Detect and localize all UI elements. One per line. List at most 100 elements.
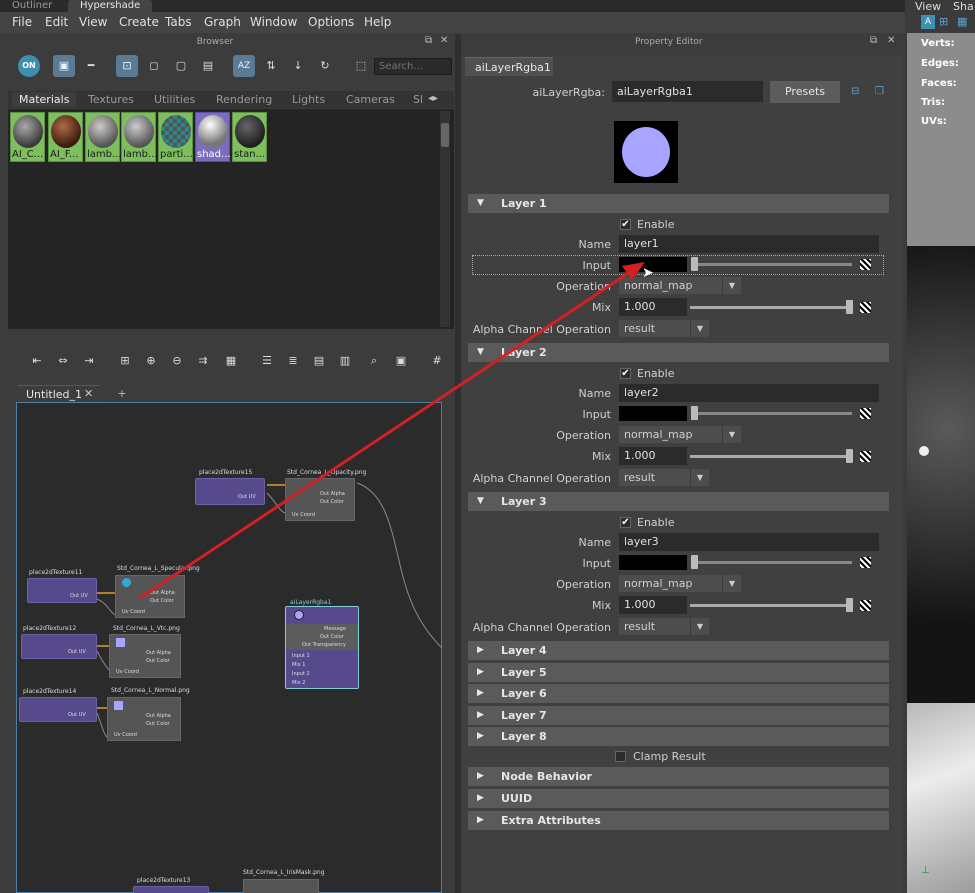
full-view-icon[interactable]: ▤ bbox=[308, 350, 330, 372]
search-input[interactable] bbox=[374, 58, 452, 75]
material-swatch[interactable]: AI_F... bbox=[48, 112, 83, 162]
section-layer-3[interactable]: ▼ Layer 3 bbox=[468, 492, 889, 511]
focus-icon[interactable]: ⊟ bbox=[851, 86, 859, 97]
section-layer-4[interactable]: ▶ Layer 4 bbox=[468, 641, 889, 660]
tab-overflow[interactable]: Sl bbox=[413, 92, 423, 107]
section-uuid[interactable]: ▶ UUID bbox=[468, 789, 889, 808]
float-icon[interactable]: ⧉ bbox=[425, 35, 432, 46]
graph-icon[interactable]: ▦ bbox=[220, 350, 242, 372]
grid-medium-icon[interactable]: ◻ bbox=[143, 55, 165, 77]
tab-textures[interactable]: Textures bbox=[88, 92, 134, 107]
grid-toggle-icon[interactable]: # bbox=[426, 350, 448, 372]
graph-node[interactable] bbox=[243, 879, 319, 893]
scroll-thumb[interactable] bbox=[441, 123, 449, 147]
viewport-render[interactable] bbox=[907, 246, 975, 703]
map-texture-icon[interactable] bbox=[860, 557, 871, 568]
material-swatch[interactable]: stan... bbox=[232, 112, 267, 162]
alpha-operation-dropdown[interactable]: result bbox=[619, 469, 690, 486]
graph-node[interactable]: Out Alpha Out Color Uv Coord bbox=[285, 478, 355, 521]
input-color-swatch[interactable] bbox=[619, 555, 687, 570]
clamp-result-checkbox[interactable] bbox=[615, 751, 626, 762]
viewport-frame-icon[interactable]: ⊞ bbox=[939, 15, 953, 29]
simple-view-icon[interactable]: ☰ bbox=[256, 350, 278, 372]
section-layer-7[interactable]: ▶ Layer 7 bbox=[468, 706, 889, 725]
close-icon[interactable]: ✕ bbox=[440, 35, 448, 46]
float-icon[interactable]: ⧉ bbox=[870, 35, 877, 46]
operation-dropdown[interactable]: normal_map bbox=[619, 277, 722, 294]
graph-node[interactable]: Out Alpha Out Color Uv Coord bbox=[115, 575, 185, 618]
slider-handle[interactable] bbox=[846, 300, 853, 314]
alpha-operation-dropdown[interactable]: result bbox=[619, 618, 690, 635]
graph-node[interactable]: Out Alpha Out Color Uv Coord bbox=[107, 697, 181, 741]
material-swatch[interactable]: parti... bbox=[158, 112, 193, 162]
menu-options[interactable]: Options bbox=[308, 15, 354, 29]
layer-name-field[interactable]: layer1 bbox=[619, 235, 879, 253]
swatch-toggle-icon[interactable]: ▣ bbox=[390, 350, 412, 372]
remove-node-icon[interactable]: ⊖ bbox=[166, 350, 188, 372]
chevron-down-icon[interactable]: ▼ bbox=[690, 320, 709, 337]
tab-rendering[interactable]: Rendering bbox=[216, 92, 272, 107]
graph-node[interactable]: Out UV bbox=[27, 578, 97, 603]
menu-graph[interactable]: Graph bbox=[204, 15, 241, 29]
viewport-grid-icon[interactable]: ▦ bbox=[957, 15, 971, 29]
menu-edit[interactable]: Edit bbox=[45, 15, 68, 29]
map-texture-icon[interactable] bbox=[860, 451, 871, 462]
operation-dropdown[interactable]: normal_map bbox=[619, 575, 722, 592]
node-name-field[interactable]: aiLayerRgba1 bbox=[612, 81, 763, 102]
in-out-connections-icon[interactable]: ⇔ bbox=[52, 350, 74, 372]
view-icon[interactable]: ▣ bbox=[53, 55, 75, 77]
chevron-down-icon[interactable]: ▼ bbox=[690, 469, 709, 486]
mix-field[interactable]: 1.000 bbox=[619, 447, 687, 465]
connected-view-icon[interactable]: ≣ bbox=[282, 350, 304, 372]
section-extra-attributes[interactable]: ▶ Extra Attributes bbox=[468, 811, 889, 830]
tab-materials[interactable]: Materials bbox=[12, 92, 77, 107]
grid-large-icon[interactable]: ▢ bbox=[170, 55, 192, 77]
slider-handle[interactable] bbox=[691, 257, 698, 271]
section-layer-2[interactable]: ▼ Layer 2 bbox=[468, 343, 889, 362]
frame-all-icon[interactable]: ⊞ bbox=[114, 350, 136, 372]
mix-slider[interactable] bbox=[690, 306, 852, 309]
menu-view[interactable]: View bbox=[79, 15, 107, 29]
section-node-behavior[interactable]: ▶ Node Behavior bbox=[468, 767, 889, 786]
close-icon[interactable]: ✕ bbox=[887, 35, 895, 46]
chevron-down-icon[interactable]: ▼ bbox=[722, 277, 741, 294]
mix-field[interactable]: 1.000 bbox=[619, 298, 687, 316]
slider-handle[interactable] bbox=[846, 598, 853, 612]
grid-xlarge-icon[interactable]: ▤ bbox=[197, 55, 219, 77]
mix-slider[interactable] bbox=[690, 604, 852, 607]
output-connections-icon[interactable]: ⇥ bbox=[78, 350, 100, 372]
viewport-a-icon[interactable]: A bbox=[921, 15, 935, 29]
menu-window[interactable]: Window bbox=[250, 15, 297, 29]
tab-scroll-arrows-icon[interactable]: ◂▸ bbox=[428, 93, 438, 104]
menu-tabs[interactable]: Tabs bbox=[165, 15, 192, 29]
menu-file[interactable]: File bbox=[12, 15, 32, 29]
input-slider[interactable] bbox=[693, 263, 852, 266]
input-slider[interactable] bbox=[693, 561, 852, 564]
enable-checkbox[interactable]: ✔ bbox=[620, 517, 631, 528]
search-icon[interactable]: ⌕ bbox=[363, 350, 385, 372]
alpha-operation-dropdown[interactable]: result bbox=[619, 320, 690, 337]
enable-checkbox[interactable]: ✔ bbox=[620, 219, 631, 230]
graph-node[interactable]: Out Alpha Out Color Uv Coord bbox=[109, 634, 181, 678]
grid-small-icon[interactable]: ⊡ bbox=[116, 55, 138, 77]
viewport-model[interactable]: ⊥ bbox=[907, 703, 975, 893]
add-node-icon[interactable]: ⊕ bbox=[140, 350, 162, 372]
chevron-down-icon[interactable]: ▼ bbox=[690, 618, 709, 635]
tab-outliner[interactable]: Outliner bbox=[0, 0, 64, 12]
layer-name-field[interactable]: layer2 bbox=[619, 384, 879, 402]
layout-icon[interactable]: ⇉ bbox=[192, 350, 214, 372]
section-layer-8[interactable]: ▶ Layer 8 bbox=[468, 727, 889, 746]
input-connections-icon[interactable]: ⇤ bbox=[26, 350, 48, 372]
graph-node[interactable]: Out UV bbox=[195, 478, 265, 505]
slider-handle[interactable] bbox=[691, 555, 698, 569]
input-slider[interactable] bbox=[693, 412, 852, 415]
enable-checkbox[interactable]: ✔ bbox=[620, 368, 631, 379]
map-texture-icon[interactable] bbox=[860, 259, 871, 270]
material-swatch-selected[interactable]: shad... bbox=[195, 112, 230, 162]
browser-scrollbar[interactable] bbox=[440, 111, 450, 327]
minus-icon[interactable]: ━ bbox=[80, 55, 102, 77]
section-layer-5[interactable]: ▶ Layer 5 bbox=[468, 663, 889, 682]
tab-cameras[interactable]: Cameras bbox=[346, 92, 395, 107]
add-tab-button[interactable]: + bbox=[110, 385, 134, 402]
graph-node[interactable] bbox=[133, 886, 209, 893]
